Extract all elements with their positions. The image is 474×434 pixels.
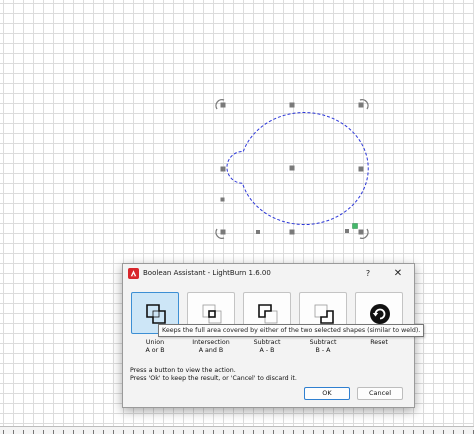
instructions: Press a button to view the action. Press…	[130, 367, 297, 383]
ruler-tick	[363, 430, 364, 434]
handle-bottom-middle[interactable]	[289, 229, 295, 235]
lightburn-app-icon	[128, 268, 139, 279]
ruler-tick	[253, 430, 254, 434]
union-tooltip: Keeps the full area covered by either of…	[158, 324, 425, 337]
anchor-green-marker[interactable]	[352, 223, 358, 229]
union-icon	[146, 304, 166, 324]
ruler-tick	[323, 430, 324, 434]
ruler-tick	[13, 430, 14, 434]
ruler-tick	[383, 430, 384, 434]
subtract-a-b-label: Subtract A - B	[253, 339, 281, 354]
ruler-tick	[463, 430, 464, 434]
handle-bottom-right-inner[interactable]	[345, 229, 349, 233]
dialog-titlebar[interactable]: Boolean Assistant - LightBurn 1.6.00 ? ✕	[123, 264, 414, 284]
handle-center[interactable]	[289, 165, 295, 171]
subtract-b-a-icon	[314, 304, 334, 324]
ruler-tick	[153, 430, 154, 434]
ruler-tick	[123, 430, 124, 434]
ruler-tick	[273, 430, 274, 434]
handle-top-left[interactable]	[220, 102, 226, 108]
cancel-button[interactable]: Cancel	[357, 387, 403, 400]
ruler-tick	[173, 430, 174, 434]
ruler-tick	[3, 430, 4, 434]
ruler-tick	[443, 430, 444, 434]
selected-shape-outline[interactable]	[226, 112, 369, 225]
ruler-tick	[193, 430, 194, 434]
dialog-title: Boolean Assistant - LightBurn 1.6.00	[143, 269, 271, 277]
handle-top-middle[interactable]	[289, 102, 295, 108]
handle-top-right[interactable]	[358, 102, 364, 108]
ruler-tick	[33, 430, 34, 434]
ruler-tick	[133, 430, 134, 434]
ruler-tick	[423, 430, 424, 434]
intersection-icon	[202, 304, 222, 324]
ruler-tick	[113, 430, 114, 434]
ruler-tick	[333, 430, 334, 434]
help-button[interactable]: ?	[357, 264, 379, 284]
ruler-tick	[63, 430, 64, 434]
ok-button[interactable]: OK	[304, 387, 350, 400]
ruler-tick	[393, 430, 394, 434]
handle-bottom-right[interactable]	[358, 229, 364, 235]
subtract-b-a-label: Subtract B - A	[309, 339, 337, 354]
ruler-tick	[373, 430, 374, 434]
ruler-tick	[143, 430, 144, 434]
ruler-tick	[403, 430, 404, 434]
ruler-tick	[243, 430, 244, 434]
ruler-tick	[353, 430, 354, 434]
ruler-tick	[223, 430, 224, 434]
ruler-tick	[93, 430, 94, 434]
ruler-tick	[453, 430, 454, 434]
handle-middle-right[interactable]	[358, 166, 364, 172]
ruler-tick	[313, 430, 314, 434]
ruler-tick	[43, 430, 44, 434]
selection-handles	[220, 102, 364, 235]
union-label: Union A or B	[145, 339, 165, 354]
ruler-tick	[163, 430, 164, 434]
ruler-tick	[413, 430, 414, 434]
handle-middle-left[interactable]	[220, 166, 226, 172]
ruler-tick	[263, 430, 264, 434]
ruler-tick	[213, 430, 214, 434]
handle-bottom-left[interactable]	[220, 229, 226, 235]
ruler-tick	[183, 430, 184, 434]
handle-bottom-left-inner[interactable]	[256, 230, 260, 234]
ruler-tick	[73, 430, 74, 434]
reset-label: Reset	[370, 339, 388, 346]
ruler-tick	[303, 430, 304, 434]
ruler-tick	[233, 430, 234, 434]
ruler-tick	[433, 430, 434, 434]
ruler-tick	[103, 430, 104, 434]
ruler-tick	[283, 430, 284, 434]
instruction-line-2: Press 'Ok' to keep the result, or 'Cance…	[130, 375, 297, 382]
bottom-ruler	[0, 426, 474, 434]
ruler-tick	[293, 430, 294, 434]
ruler-tick	[83, 430, 84, 434]
intersection-label: Intersection A and B	[192, 339, 230, 354]
close-button[interactable]: ✕	[385, 264, 411, 284]
ruler-tick	[203, 430, 204, 434]
subtract-a-b-icon	[258, 304, 278, 324]
handle-left-lower[interactable]	[220, 197, 225, 202]
instruction-line-1: Press a button to view the action.	[130, 367, 236, 374]
ruler-tick	[53, 430, 54, 434]
ruler-tick	[23, 430, 24, 434]
reset-icon	[370, 304, 390, 324]
ruler-tick	[343, 430, 344, 434]
